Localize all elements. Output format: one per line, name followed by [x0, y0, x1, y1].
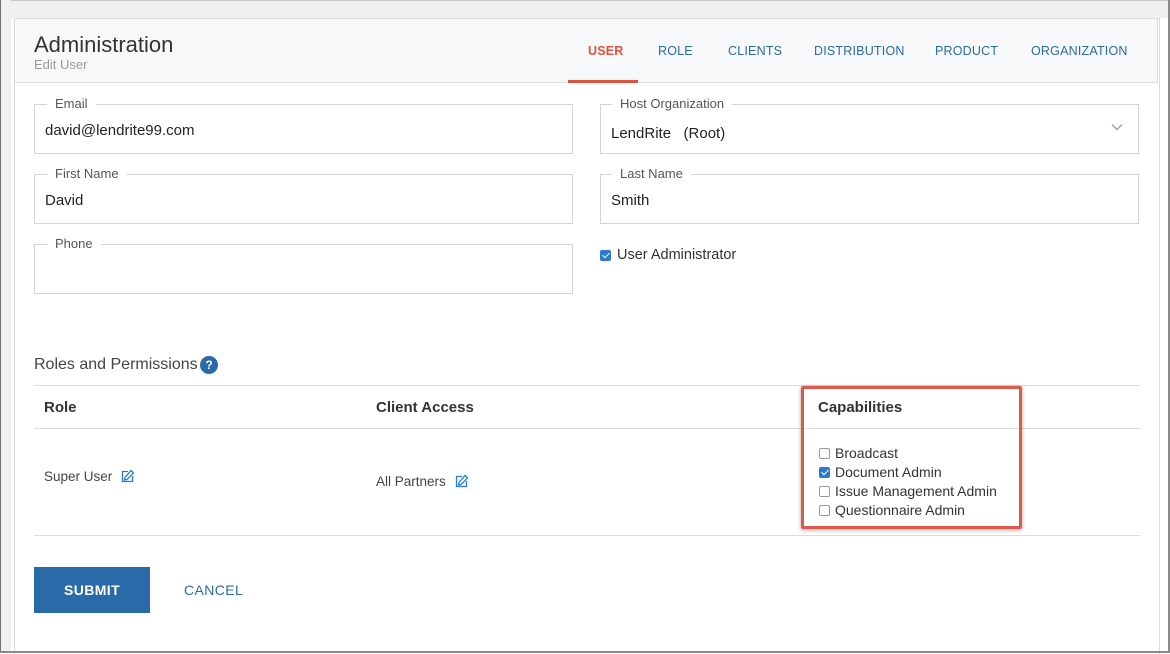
- edit-role-icon[interactable]: [121, 469, 135, 483]
- tab-clients[interactable]: CLIENTS: [728, 43, 782, 59]
- role-cell: Super User: [44, 469, 113, 484]
- tab-user[interactable]: USER: [588, 43, 624, 59]
- tab-role[interactable]: ROLE: [658, 43, 693, 59]
- first-name-label: First Name: [47, 166, 127, 182]
- host-organization-value: LendRite (Root): [611, 125, 726, 142]
- page-subtitle: Edit User: [34, 57, 88, 72]
- host-organization-label: Host Organization: [612, 96, 733, 112]
- last-name-label: Last Name: [612, 166, 691, 182]
- help-icon[interactable]: ?: [200, 356, 218, 374]
- capabilities-highlight-box: [801, 386, 1022, 529]
- user-administrator-label: User Administrator: [617, 247, 737, 263]
- user-administrator-checkbox[interactable]: [600, 250, 611, 261]
- roles-permissions-heading: Roles and Permissions: [34, 356, 198, 373]
- last-name-value: Smith: [611, 192, 650, 209]
- email-value: david@lendrite99.com: [45, 122, 195, 139]
- chevron-down-icon[interactable]: [1110, 120, 1124, 134]
- window-top-strip: [11, 1, 1168, 18]
- active-tab-indicator: [568, 80, 638, 83]
- page-title: Administration: [34, 32, 174, 57]
- column-header-client-access: Client Access: [376, 399, 474, 416]
- tab-organization[interactable]: ORGANIZATION: [1031, 43, 1128, 59]
- edit-client-access-icon[interactable]: [455, 474, 469, 488]
- first-name-value: David: [45, 192, 84, 209]
- tab-distribution[interactable]: DISTRIBUTION: [814, 43, 905, 59]
- tab-product[interactable]: PRODUCT: [935, 43, 998, 59]
- table-bottom-divider: [34, 535, 1140, 536]
- phone-label: Phone: [47, 236, 101, 252]
- column-header-role: Role: [44, 399, 77, 416]
- window-left-gutter: [1, 0, 11, 653]
- cancel-button[interactable]: CANCEL: [184, 582, 243, 598]
- submit-button[interactable]: SUBMIT: [34, 567, 150, 613]
- email-label: Email: [47, 96, 96, 112]
- phone-field[interactable]: [34, 244, 573, 294]
- client-access-cell: All Partners: [376, 474, 446, 489]
